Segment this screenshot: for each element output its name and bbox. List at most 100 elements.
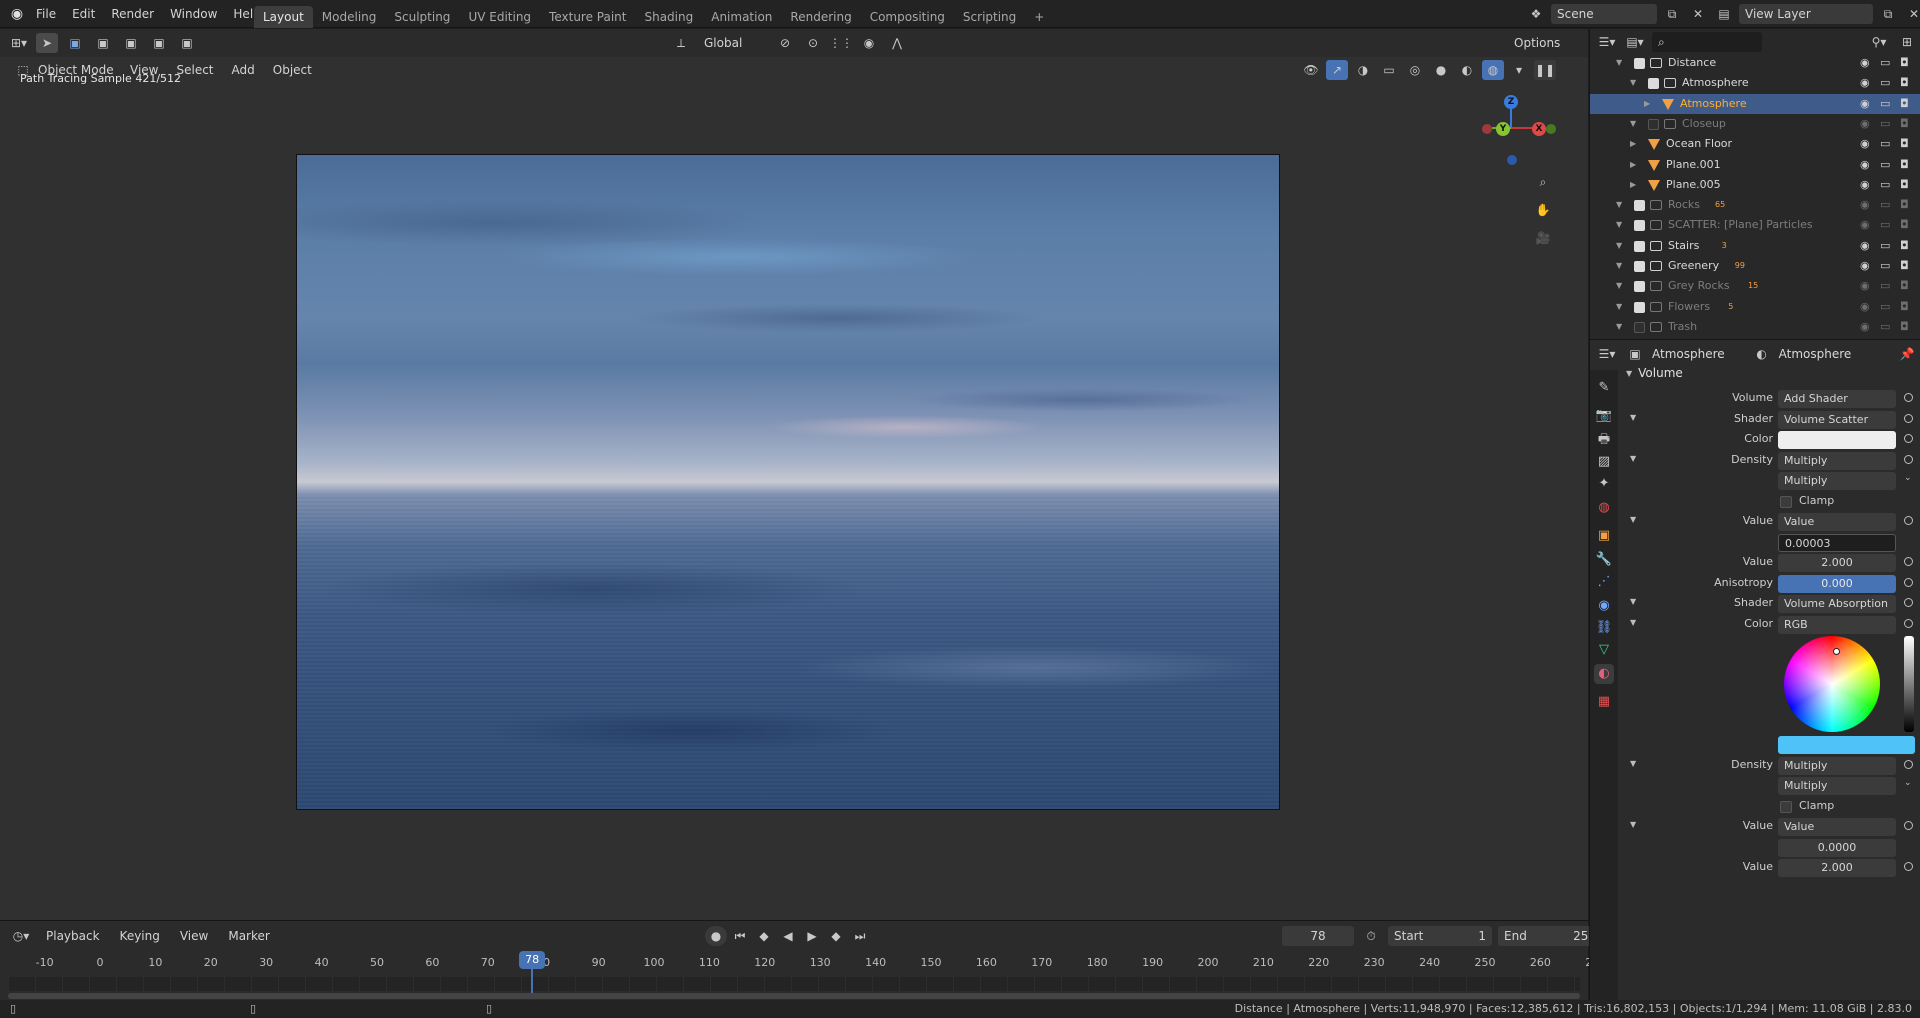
render-camera-icon[interactable]: ◘ [1900,317,1909,335]
socket-expand-icon[interactable]: ▼ [1630,454,1636,463]
brightness-slider[interactable] [1904,636,1914,732]
expand-arrow-icon[interactable]: ▼ [1616,215,1622,235]
expand-arrow-icon[interactable]: ▼ [1630,73,1636,93]
snap-grid-icon[interactable]: ⋮⋮ [829,33,853,53]
monitor-icon[interactable]: ▭ [1880,53,1890,73]
tab-scripting[interactable]: Scripting [954,6,1025,28]
pan-hand-icon[interactable]: ✋ [1532,200,1554,220]
socket-dot-icon[interactable] [1904,618,1913,628]
eye-icon[interactable]: ◉ [1860,276,1870,296]
value-edit-input[interactable]: 0.00003 [1778,533,1896,552]
transform-orientation-icon[interactable]: ⟂ [670,33,692,53]
xray-icon[interactable]: ▭ [1378,60,1400,80]
monitor-icon[interactable]: ▭ [1880,276,1890,296]
eye-icon[interactable]: ◉ [1860,114,1870,134]
property-field[interactable]: Multiply [1778,472,1896,490]
select-invert-icon[interactable]: ▣ [148,33,170,53]
overlay-icon[interactable]: ◑ [1352,60,1374,80]
proportional-edit-icon[interactable]: ◉ [858,33,880,53]
breadcrumb-object[interactable]: Atmosphere [1652,347,1725,361]
exclude-checkbox[interactable] [1634,240,1645,252]
timeline-menu-keying[interactable]: Keying [112,926,168,946]
socket-expand-icon[interactable]: ▼ [1630,413,1636,422]
playhead[interactable]: 78 [519,951,546,969]
render-camera-icon[interactable]: ◘ [1900,175,1909,195]
timeline-menu-view[interactable]: View [172,926,216,946]
clamp-checkbox[interactable] [1780,800,1792,813]
exclude-checkbox[interactable] [1634,301,1645,313]
record-icon[interactable]: ● [705,926,727,946]
timeline-menu-playback[interactable]: Playback [38,926,108,946]
keyframe-track[interactable] [8,977,1580,991]
select-box-icon[interactable]: ▣ [64,33,86,53]
jump-start-icon[interactable]: ⏮ [729,926,751,946]
monitor-icon[interactable]: ▭ [1880,114,1890,134]
property-field[interactable]: Value [1778,818,1896,836]
gizmo-neg-y[interactable] [1546,124,1556,134]
eye-icon[interactable]: ◉ [1860,256,1870,276]
timeline-menu-marker[interactable]: Marker [220,926,277,946]
gizmo-neg-z[interactable] [1507,155,1517,165]
eye-icon[interactable]: ◉ [1860,215,1870,235]
color-preview-swatch[interactable] [1778,736,1915,754]
number-field[interactable]: 2.000 [1778,859,1896,877]
end-frame-field[interactable]: End 250 [1498,926,1602,946]
monitor-icon[interactable]: ▭ [1880,94,1890,114]
new-collection-icon[interactable]: ⊞ [1896,32,1918,52]
render-camera-icon[interactable]: ◘ [1900,134,1909,154]
eye-icon[interactable]: ◉ [1860,236,1870,256]
socket-expand-icon[interactable]: ▼ [1630,597,1636,606]
render-camera-icon[interactable]: ◘ [1900,114,1909,134]
outliner-row[interactable]: ▼ Atmosphere ◉ ▭ ◘ [1590,73,1920,93]
frame-ruler[interactable]: -100102030405060708090100110120130140150… [0,953,1607,975]
stopwatch-icon[interactable]: ⏱ [1360,926,1382,946]
eye-icon[interactable]: ◉ [1860,155,1870,175]
expand-arrow-icon[interactable]: ▶ [1630,175,1636,195]
volume-panel-header[interactable]: ▼ Volume [1626,366,1683,380]
socket-dot-icon[interactable] [1904,821,1913,830]
number-field[interactable]: 2.000 [1778,554,1896,572]
view-layer-browse-icon[interactable]: ⧉ [1877,4,1899,24]
outliner-row[interactable]: ▼ Stairs 3 ◉ ▭ ◘ [1590,236,1920,256]
select-intersect-icon[interactable]: ▣ [176,33,198,53]
expand-arrow-icon[interactable]: ▼ [1616,297,1622,317]
expand-arrow-icon[interactable]: ▶ [1630,134,1636,154]
prev-keyframe-icon[interactable]: ◆ [753,926,775,946]
start-frame-field[interactable]: Start 1 [1388,926,1492,946]
monitor-icon[interactable]: ▭ [1880,155,1890,175]
socket-dot-icon[interactable] [1904,516,1913,525]
monitor-icon[interactable]: ▭ [1880,215,1890,235]
number-field[interactable]: 0.0000 [1778,838,1896,857]
eye-icon[interactable]: ◉ [1860,317,1870,335]
add-workspace-icon[interactable]: + [1025,6,1053,28]
menu-edit[interactable]: Edit [64,0,103,28]
filter-icon[interactable]: ⚲▾ [1868,32,1890,52]
outliner-row[interactable]: ▶ Plane.005 ◉ ▭ ◘ [1590,175,1920,195]
socket-dot-icon[interactable] [1904,862,1913,871]
visibility-icon[interactable]: 👁 [1300,60,1322,80]
render-camera-icon[interactable]: ◘ [1900,73,1909,93]
render-camera-icon[interactable]: ◘ [1900,53,1909,73]
socket-dot-icon[interactable] [1904,434,1913,443]
outliner-row[interactable]: ▼ Flowers 5 ◉ ▭ ◘ [1590,297,1920,317]
3d-viewport[interactable]: ⊞▾ ➤ ▣ ▣ ▣ ▣ ▣ ⟂ Global ⊘ ⊙ ⋮⋮ ◉ ⋀ Optio… [0,29,1588,920]
socket-expand-icon[interactable]: ▼ [1630,759,1636,768]
eye-icon[interactable]: ◉ [1860,134,1870,154]
socket-dot-icon[interactable] [1904,598,1913,607]
outliner-row[interactable]: ▼ Greenery 99 ◉ ▭ ◘ [1590,256,1920,276]
exclude-checkbox[interactable] [1648,78,1659,90]
property-field[interactable]: RGB [1778,615,1896,634]
view-layer-close-icon[interactable]: ✕ [1903,4,1920,24]
render-camera-icon[interactable]: ◘ [1900,276,1909,296]
monitor-icon[interactable]: ▭ [1880,195,1890,215]
editor-type-icon[interactable]: ⊞▾ [8,33,30,53]
exclude-checkbox[interactable] [1634,321,1645,333]
viewport-menu-add[interactable]: Add [224,60,263,80]
render-camera-icon[interactable]: ◘ [1900,155,1909,175]
tab-modeling[interactable]: Modeling [313,6,386,28]
camera-view-icon[interactable]: 🎥 [1532,228,1554,248]
expand-arrow-icon[interactable]: ▼ [1616,195,1622,215]
expand-arrow-icon[interactable]: ▼ [1630,114,1636,134]
eye-icon[interactable]: ◉ [1860,175,1870,195]
socket-dot-icon[interactable] [1904,577,1913,587]
